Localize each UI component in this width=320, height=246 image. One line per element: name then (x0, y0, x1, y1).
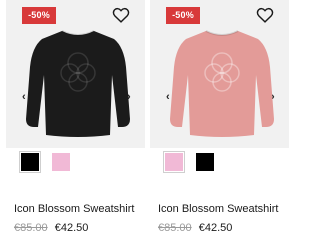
discount-badge: -50% (166, 7, 200, 24)
color-swatch-black[interactable] (196, 153, 214, 171)
sale-price: €42.50 (54, 222, 89, 234)
product-card[interactable]: -50% ‹ › Icon Blossom Sweatshirt €85.00 … (150, 0, 289, 246)
color-swatch-pink[interactable] (163, 151, 185, 173)
heart-icon[interactable] (112, 7, 130, 23)
product-title[interactable]: Icon Blossom Sweatshirt (158, 203, 278, 215)
product-card[interactable]: -50% ‹ › Icon Blossom Sweatshirt €85.00 … (6, 0, 145, 246)
color-swatch-black[interactable] (19, 151, 41, 173)
product-title[interactable]: Icon Blossom Sweatshirt (14, 203, 134, 215)
product-image (26, 30, 130, 137)
discount-badge: -50% (22, 7, 56, 24)
product-image (170, 30, 274, 137)
original-price: €85.00 (14, 222, 48, 234)
price: €85.00 €42.50 (158, 222, 232, 234)
color-swatch-pink[interactable] (52, 153, 70, 171)
product-image-area[interactable]: -50% ‹ › (6, 0, 145, 148)
product-grid: -50% ‹ › Icon Blossom Sweatshirt €85.00 … (0, 0, 295, 246)
original-price: €85.00 (158, 222, 192, 234)
sale-price: €42.50 (198, 222, 233, 234)
heart-icon[interactable] (256, 7, 274, 23)
price: €85.00 €42.50 (14, 222, 88, 234)
product-image-area[interactable]: -50% ‹ › (150, 0, 289, 148)
